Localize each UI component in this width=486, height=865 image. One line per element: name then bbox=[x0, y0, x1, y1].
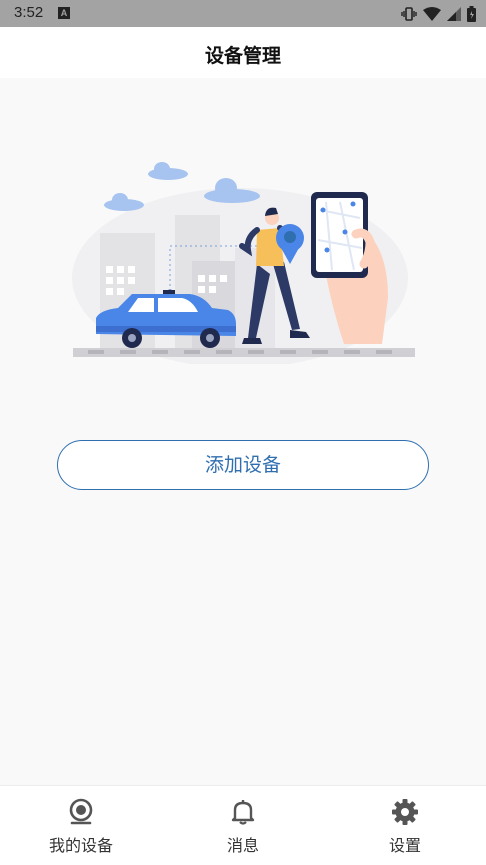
page-title: 设备管理 bbox=[204, 45, 281, 67]
tab-my-devices-label: 我的设备 bbox=[48, 836, 113, 855]
tab-my-devices[interactable]: 我的设备 bbox=[21, 786, 141, 865]
tab-settings[interactable]: 设置 bbox=[345, 786, 465, 865]
camera-icon bbox=[69, 798, 93, 825]
wifi-icon bbox=[423, 6, 441, 21]
signal-icon bbox=[447, 6, 461, 21]
bell-icon bbox=[231, 800, 255, 825]
tab-settings-label: 设置 bbox=[388, 836, 421, 855]
app-header: 设备管理 bbox=[0, 27, 486, 78]
status-time: 3:52 bbox=[14, 4, 44, 21]
vibrate-icon bbox=[401, 6, 417, 21]
add-device-button[interactable]: 添加设备 bbox=[57, 440, 429, 490]
bottom-tab-bar: 我的设备 消息 设置 bbox=[0, 785, 486, 865]
status-bar: 3:52 A bbox=[0, 0, 486, 27]
car-tracking-illustration bbox=[72, 162, 415, 364]
gear-icon bbox=[392, 799, 418, 825]
tab-messages[interactable]: 消息 bbox=[183, 786, 303, 865]
notification-a-icon: A bbox=[58, 7, 70, 19]
tab-messages-label: 消息 bbox=[226, 836, 259, 855]
battery-icon bbox=[467, 5, 476, 22]
status-icons bbox=[401, 5, 476, 22]
